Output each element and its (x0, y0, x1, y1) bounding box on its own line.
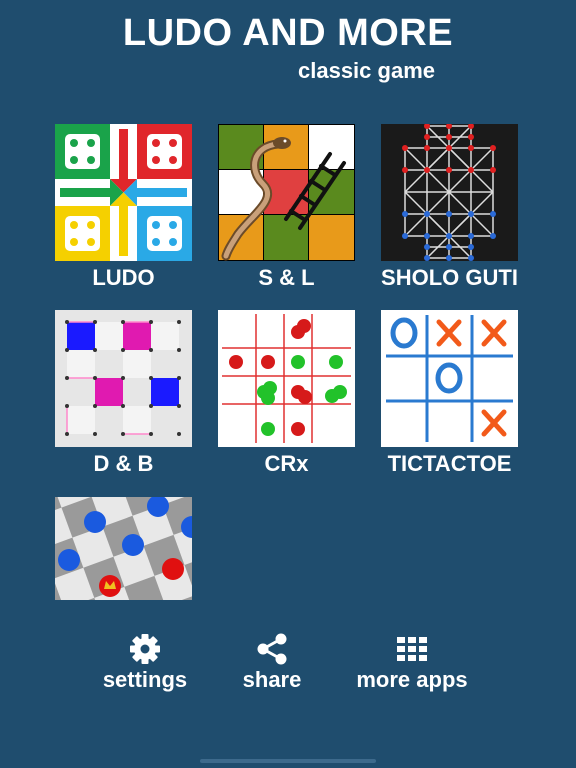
sholo-guti-icon (381, 124, 518, 261)
game-label: SHOLO GUTI (381, 265, 518, 290)
gear-icon (96, 633, 194, 665)
game-tile-checkers[interactable] (55, 497, 192, 600)
settings-label: settings (102, 667, 188, 692)
snakes-ladders-icon (218, 124, 355, 261)
game-tile-dots-boxes[interactable]: D & B (55, 310, 192, 476)
app-title: LUDO AND MORE (122, 12, 454, 54)
crx-icon (218, 310, 355, 447)
settings-button[interactable]: settings (96, 633, 194, 693)
checkers-icon (55, 497, 192, 600)
app-subtitle: classic game (298, 58, 435, 83)
game-label: TICTACTOE (387, 451, 512, 476)
dots-boxes-icon (55, 310, 192, 447)
game-tile-snakes-ladders[interactable]: S & L (218, 124, 355, 290)
ludo-icon (55, 124, 192, 261)
more-apps-button[interactable]: more apps (346, 633, 478, 693)
more-apps-label: more apps (356, 667, 468, 692)
share-icon (236, 633, 308, 665)
game-tile-tictactoe[interactable]: TICTACTOE (381, 310, 518, 476)
share-label: share (242, 667, 302, 692)
tictactoe-icon (381, 310, 518, 447)
game-tile-sholo-guti[interactable]: SHOLO GUTI (381, 124, 518, 290)
game-tile-crx[interactable]: CRx (218, 310, 355, 476)
game-tile-ludo[interactable]: LUDO (55, 124, 192, 290)
share-button[interactable]: share (236, 633, 308, 693)
home-indicator[interactable] (200, 759, 376, 763)
grid-icon (346, 633, 478, 665)
